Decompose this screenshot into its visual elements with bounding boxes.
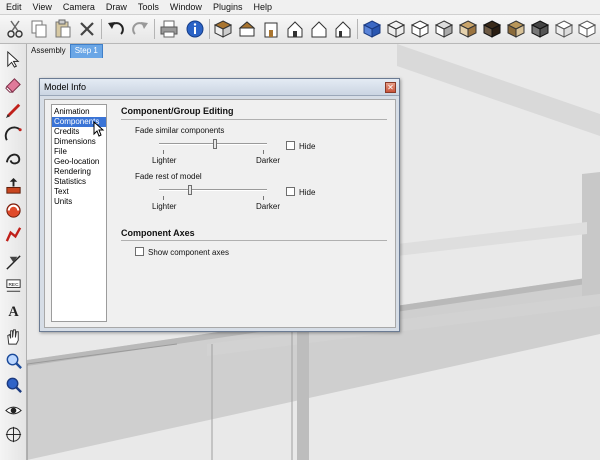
model-info-dialog: Model Info ✕ Animation Components Credit… xyxy=(39,78,400,332)
menu-tools[interactable]: Tools xyxy=(138,2,159,12)
copy-icon[interactable] xyxy=(28,18,50,40)
iso-view-icon[interactable] xyxy=(212,18,234,40)
menu-view[interactable]: View xyxy=(33,2,52,12)
section-divider xyxy=(121,240,387,241)
nav-item-dimensions[interactable]: Dimensions xyxy=(52,137,106,147)
nav-item-animation[interactable]: Animation xyxy=(52,107,106,117)
close-icon[interactable]: ✕ xyxy=(385,82,396,93)
pan-hand-icon[interactable] xyxy=(3,326,24,347)
print-icon[interactable] xyxy=(158,18,180,40)
lighter-label: Lighter xyxy=(152,156,177,165)
darker-label: Darker xyxy=(256,156,281,165)
push-pull-icon[interactable] xyxy=(3,176,24,197)
textured-icon[interactable] xyxy=(457,18,479,40)
eraser-icon[interactable] xyxy=(3,74,24,95)
hide-rest-label: Hide xyxy=(299,188,316,197)
menu-help[interactable]: Help xyxy=(253,2,272,12)
menu-camera[interactable]: Camera xyxy=(63,2,95,12)
slider-track xyxy=(159,189,267,191)
paste-icon[interactable] xyxy=(52,18,74,40)
orbit-freehand-icon[interactable] xyxy=(3,148,24,169)
components-settings-panel: Component/Group Editing Fade similar com… xyxy=(115,104,391,322)
model-info-icon[interactable] xyxy=(184,18,206,40)
show-component-axes-label: Show component axes xyxy=(148,248,229,257)
fade-similar-label: Fade similar components xyxy=(135,126,225,135)
edges-icon[interactable] xyxy=(553,18,575,40)
tab-assembly[interactable]: Assembly xyxy=(27,44,70,58)
text-tool-icon[interactable]: A xyxy=(3,300,24,321)
erase-icon[interactable] xyxy=(76,18,98,40)
axes-icon[interactable] xyxy=(576,18,598,40)
section-title-component-group-editing: Component/Group Editing xyxy=(121,106,234,116)
scene-tabs: Assembly Step 1 xyxy=(27,44,103,58)
slider-tick-left xyxy=(163,150,164,154)
arc-icon[interactable] xyxy=(3,124,24,145)
left-view-icon[interactable] xyxy=(332,18,354,40)
svg-text:REC: REC xyxy=(8,282,19,288)
main-toolbar xyxy=(0,15,600,44)
select-icon[interactable] xyxy=(3,49,24,70)
redo-icon[interactable] xyxy=(129,18,151,40)
menu-plugins[interactable]: Plugins xyxy=(213,2,243,12)
dimension-icon[interactable]: REC xyxy=(3,276,24,297)
undo-icon[interactable] xyxy=(105,18,127,40)
nav-item-units[interactable]: Units xyxy=(52,197,106,207)
shaded-icon[interactable] xyxy=(433,18,455,40)
show-component-axes-checkbox[interactable] xyxy=(135,247,144,256)
section-divider xyxy=(121,119,387,120)
zoom-extents-icon[interactable] xyxy=(3,350,24,371)
mouse-cursor-icon xyxy=(93,121,105,137)
zoom-icon[interactable] xyxy=(3,374,24,395)
slider-tick-right xyxy=(263,150,264,154)
menu-window[interactable]: Window xyxy=(170,2,202,12)
svg-text:A: A xyxy=(8,304,19,320)
fade-rest-slider[interactable] xyxy=(159,185,267,195)
walk-icon[interactable] xyxy=(3,424,24,445)
xray-icon[interactable] xyxy=(361,18,383,40)
back-view-icon[interactable] xyxy=(308,18,330,40)
slider-thumb[interactable] xyxy=(213,139,217,149)
pencil-icon[interactable] xyxy=(3,100,24,121)
menu-bar: Edit View Camera Draw Tools Window Plugi… xyxy=(0,0,600,15)
view-box-icon[interactable] xyxy=(505,18,527,40)
dialog-title-bar[interactable]: Model Info ✕ xyxy=(40,79,399,96)
nav-item-file[interactable]: File xyxy=(52,147,106,157)
slider-tick-left xyxy=(163,196,164,200)
wireframe-icon[interactable] xyxy=(385,18,407,40)
hide-similar-checkbox[interactable] xyxy=(286,141,295,150)
section-title-component-axes: Component Axes xyxy=(121,228,195,238)
monochrome-icon[interactable] xyxy=(481,18,503,40)
look-around-icon[interactable] xyxy=(3,400,24,421)
right-view-icon[interactable] xyxy=(284,18,306,40)
dialog-body: Animation Components Credits Dimensions … xyxy=(44,99,396,328)
left-toolbar: REC A xyxy=(0,44,27,460)
lighter-label: Lighter xyxy=(152,202,177,211)
nav-item-text[interactable]: Text xyxy=(52,187,106,197)
slider-thumb[interactable] xyxy=(188,185,192,195)
hidden-line-icon[interactable] xyxy=(409,18,431,40)
front-view-icon[interactable] xyxy=(260,18,282,40)
slider-tick-right xyxy=(263,196,264,200)
tab-step-1[interactable]: Step 1 xyxy=(69,44,103,58)
tape-measure-icon[interactable] xyxy=(3,252,24,273)
dialog-title: Model Info xyxy=(44,82,87,92)
nav-item-rendering[interactable]: Rendering xyxy=(52,167,106,177)
hide-similar-label: Hide xyxy=(299,142,316,151)
cut-icon[interactable] xyxy=(4,18,26,40)
menu-draw[interactable]: Draw xyxy=(106,2,127,12)
fade-rest-label: Fade rest of model xyxy=(135,172,202,181)
nav-item-geo-location[interactable]: Geo-location xyxy=(52,157,106,167)
darker-label: Darker xyxy=(256,202,281,211)
rotate-icon[interactable] xyxy=(3,200,24,221)
hide-rest-checkbox[interactable] xyxy=(286,187,295,196)
follow-me-icon[interactable] xyxy=(3,224,24,245)
nav-item-statistics[interactable]: Statistics xyxy=(52,177,106,187)
section-icon[interactable] xyxy=(529,18,551,40)
menu-edit[interactable]: Edit xyxy=(6,2,22,12)
fade-similar-slider[interactable] xyxy=(159,139,267,149)
top-view-icon[interactable] xyxy=(236,18,258,40)
